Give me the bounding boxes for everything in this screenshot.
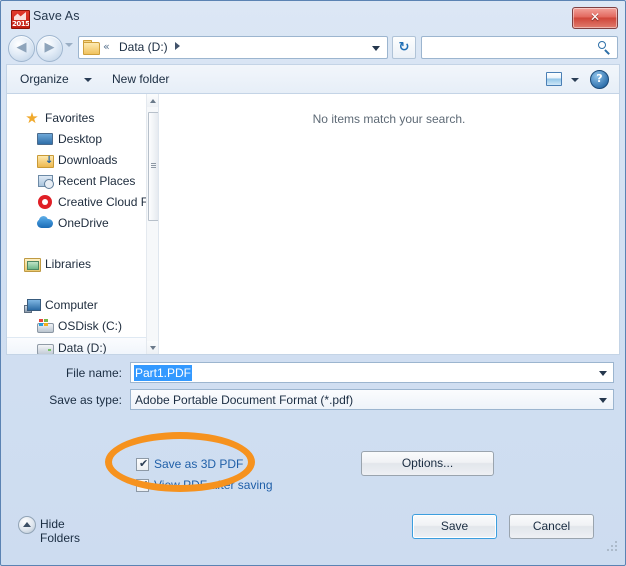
save-as-type-select[interactable]: Adobe Portable Document Format (*.pdf)	[130, 389, 614, 410]
sidebar-item-label: Favorites	[45, 111, 95, 125]
sidebar-item-label: OneDrive	[58, 216, 109, 230]
navigation-sidebar: ★ Favorites Desktop ↓ Downloads Recent Places…	[7, 94, 158, 354]
refresh-icon: ↻	[398, 40, 410, 55]
app-icon-year: 2015	[12, 20, 30, 28]
libraries-icon	[24, 256, 41, 272]
file-name-label: File name:	[65, 366, 122, 380]
breadcrumb-overflow-icon[interactable]: «	[103, 40, 110, 53]
computer-icon	[24, 297, 41, 313]
cancel-button-label: Cancel	[532, 519, 571, 533]
creative-cloud-icon	[37, 194, 53, 210]
breadcrumb-chevron-right-icon[interactable]	[175, 42, 180, 50]
checkmark-icon: ✔	[139, 478, 149, 491]
search-icon	[598, 41, 611, 55]
save-as-type-chevron-down-icon[interactable]	[599, 398, 607, 403]
window-title: Save As	[33, 9, 80, 23]
drive-icon	[37, 340, 54, 354]
refresh-button[interactable]: ↻	[392, 36, 416, 59]
options-area: ✔ Save as 3D PDF ✔ View PDF after saving…	[6, 420, 620, 500]
help-icon[interactable]: ?	[590, 70, 609, 89]
file-name-chevron-down-icon[interactable]	[599, 371, 607, 376]
sidebar-item-computer[interactable]: Computer	[7, 295, 158, 315]
forward-button[interactable]: ▶	[36, 35, 63, 62]
search-box[interactable]	[421, 36, 618, 59]
folder-icon	[83, 40, 100, 55]
save-as-3d-pdf-label[interactable]: Save as 3D PDF	[154, 457, 243, 471]
checkmark-icon: ✔	[139, 457, 149, 470]
sidebar-item-label: Libraries	[45, 257, 92, 271]
forward-arrow-icon: ▶	[44, 40, 55, 55]
view-pdf-after-saving-checkbox[interactable]: ✔	[136, 478, 149, 492]
file-form: File name: Part1.PDF Save as type: Adobe…	[6, 356, 620, 416]
view-pdf-after-saving-label[interactable]: View PDF after saving	[154, 478, 273, 492]
sidebar-item-label: OSDisk (C:)	[58, 319, 122, 333]
save-as-type-label: Save as type:	[49, 393, 122, 407]
sidebar-item-onedrive[interactable]: OneDrive	[7, 213, 158, 233]
browser-body: ★ Favorites Desktop ↓ Downloads Recent Places…	[6, 93, 620, 355]
options-button[interactable]: Options...	[361, 451, 494, 476]
cancel-button[interactable]: Cancel	[509, 514, 594, 539]
resize-grip-icon[interactable]	[607, 541, 617, 551]
view-chevron-down-icon[interactable]	[571, 78, 579, 82]
sidebar-item-data-d[interactable]: Data (D:)	[7, 337, 158, 354]
new-folder-button[interactable]: New folder	[112, 72, 169, 86]
help-glyph: ?	[596, 72, 603, 85]
sidebar-item-label: Downloads	[58, 153, 118, 167]
organize-button[interactable]: Organize	[20, 72, 69, 86]
save-as-type-value: Adobe Portable Document Format (*.pdf)	[135, 393, 354, 407]
sidebar-item-label: Computer	[45, 298, 98, 312]
command-bar: Organize New folder ?	[6, 64, 620, 94]
save-button[interactable]: Save	[412, 514, 497, 539]
chevron-up-icon	[18, 516, 36, 534]
sidebar-item-label: Desktop	[58, 132, 103, 146]
close-icon: ✕	[589, 10, 601, 24]
save-as-dialog: 2015 Save As ✕ ◀ ▶ « Data (D:) ↻ Organiz…	[0, 0, 626, 566]
sidebar-item-creative-cloud-fi[interactable]: Creative Cloud Fi	[7, 192, 158, 212]
search-input[interactable]	[427, 39, 596, 58]
sidebar-item-label: Creative Cloud Fi	[58, 195, 151, 209]
file-name-value[interactable]: Part1.PDF	[134, 365, 193, 381]
file-name-field[interactable]: Part1.PDF	[130, 362, 614, 383]
navigation-bar: ◀ ▶ « Data (D:) ↻	[6, 33, 620, 63]
organize-chevron-down-icon[interactable]	[84, 78, 92, 82]
save-button-label: Save	[440, 519, 469, 533]
downloads-icon: ↓	[37, 152, 54, 168]
close-button[interactable]: ✕	[572, 7, 618, 29]
save-as-3d-pdf-checkbox[interactable]: ✔	[136, 457, 149, 471]
options-button-label: Options...	[401, 456, 454, 470]
address-chevron-down-icon[interactable]	[372, 46, 380, 51]
sidebar-item-label: Recent Places	[58, 174, 136, 188]
onedrive-icon	[37, 215, 53, 231]
recent-places-icon	[37, 173, 54, 189]
star-icon: ★	[25, 109, 39, 127]
recent-locations-chevron-down-icon[interactable]	[65, 43, 73, 47]
view-layout-icon[interactable]	[546, 72, 562, 86]
sidebar-item-osdisk-c[interactable]: OSDisk (C:)	[7, 316, 158, 336]
sidebar-item-recent-places[interactable]: Recent Places	[7, 171, 158, 191]
file-list-pane[interactable]: No items match your search.	[159, 94, 619, 354]
breadcrumb[interactable]: Data (D:)	[119, 40, 168, 54]
solidworks-2015-icon: 2015	[11, 10, 30, 29]
title-bar: 2015 Save As ✕	[6, 6, 620, 32]
address-bar[interactable]: « Data (D:)	[78, 36, 388, 59]
system-drive-icon	[37, 318, 54, 334]
back-arrow-icon: ◀	[16, 40, 27, 55]
sidebar-item-favorites[interactable]: ★ Favorites	[7, 108, 158, 128]
desktop-icon	[37, 131, 53, 147]
empty-state-message: No items match your search.	[312, 112, 466, 126]
dialog-footer: Hide Folders Save Cancel	[6, 505, 620, 553]
back-button[interactable]: ◀	[8, 35, 35, 62]
sidebar-item-label: Data (D:)	[58, 341, 107, 354]
hide-folders-label: Hide Folders	[40, 517, 81, 545]
sidebar-item-desktop[interactable]: Desktop	[7, 129, 158, 149]
sidebar-item-downloads[interactable]: ↓ Downloads	[7, 150, 158, 170]
sidebar-item-libraries[interactable]: Libraries	[7, 254, 158, 274]
